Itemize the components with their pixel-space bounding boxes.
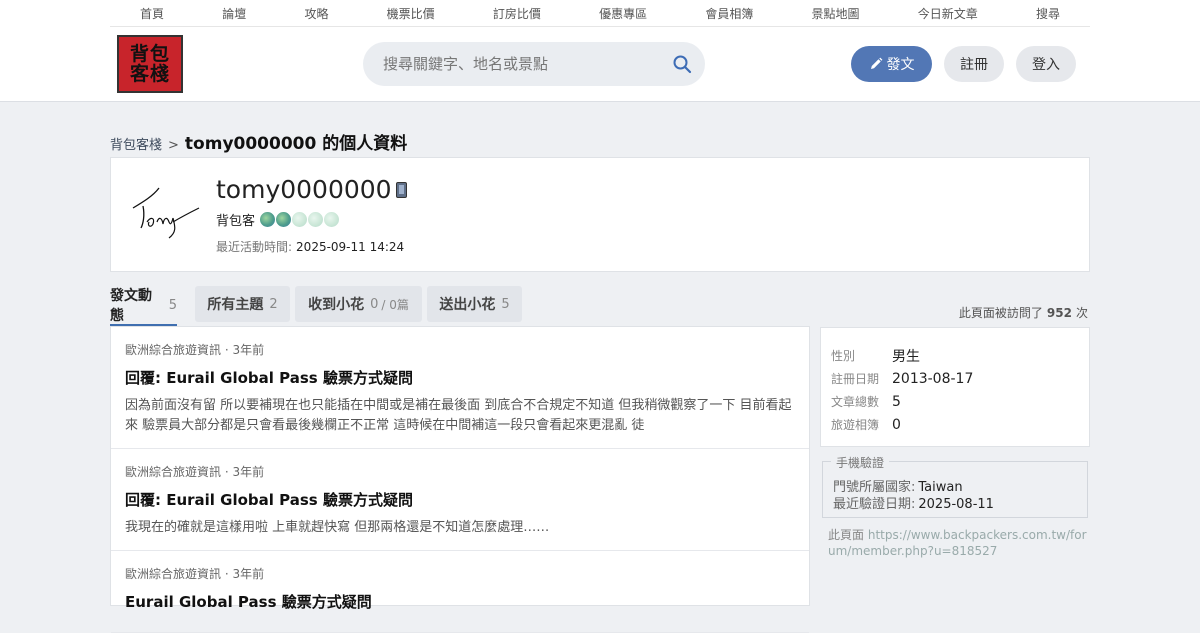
profile-username: tomy0000000 (216, 175, 392, 204)
visits-prefix: 此頁面被訪問了 (958, 306, 1043, 320)
post-excerpt: 因為前面沒有留 所以要補現在也只能插在中間或是補在最後面 到底合不合規定不知道 … (125, 398, 792, 433)
post-list: 歐洲綜合旅遊資訊 · 3年前 回覆: Eurail Global Pass 驗票… (110, 326, 810, 633)
nav-home[interactable]: 首頁 (140, 5, 164, 22)
list-item: 歐洲綜合旅遊資訊 · 3年前 Eurail Global Pass 驗票方式疑問 (111, 551, 809, 633)
tab-sent-flowers[interactable]: 送出小花 5 (427, 286, 522, 322)
tab-extra: / 0篇 (381, 297, 409, 312)
list-item: 歐洲綜合旅遊資訊 · 3年前 回覆: Eurail Global Pass 驗票… (111, 449, 809, 551)
breadcrumb: 背包客棧 > tomy0000000 的個人資料 (110, 129, 407, 154)
phone-date-value: 2025-08-11 (918, 497, 994, 512)
search-bar (363, 42, 705, 86)
info-row-albums: 旅遊相簿 0 (831, 413, 1079, 436)
profile-card: tomy0000000 背包客 最近活動時間: 2025-09-11 14:24 (110, 157, 1090, 272)
visits-count: 952 (1046, 306, 1072, 320)
logo-line2: 客棧 (129, 63, 170, 85)
globe-icon (260, 212, 276, 227)
post-title[interactable]: Eurail Global Pass 驗票方式疑問 (125, 591, 795, 612)
pencil-icon (870, 57, 882, 69)
tab-count: 5 (168, 297, 177, 313)
info-row-gender: 性別 男生 (831, 344, 1079, 367)
page-url-label: 此頁面 (828, 528, 865, 542)
last-activity: 最近活動時間: 2025-09-11 14:24 (216, 238, 404, 255)
tab-label: 所有主題 (207, 297, 264, 313)
breadcrumb-home[interactable]: 背包客棧 (110, 134, 162, 153)
post-button-label: 發文 (886, 57, 915, 73)
tab-label: 收到小花 (308, 297, 365, 313)
top-nav: 首頁 論壇 攻略 機票比價 訂房比價 優惠專區 會員相簿 景點地圖 今日新文章 … (110, 0, 1090, 27)
page-url-link[interactable]: https://www.backpackers.com.tw/forum/mem… (828, 528, 1087, 558)
globe-icon (324, 212, 340, 227)
site-header: 首頁 論壇 攻略 機票比價 訂房比價 優惠專區 會員相簿 景點地圖 今日新文章 … (0, 0, 1200, 102)
info-key: 旅遊相簿 (831, 418, 880, 432)
nav-new-posts[interactable]: 今日新文章 (918, 5, 978, 22)
nav-map[interactable]: 景點地圖 (812, 5, 860, 22)
search-icon[interactable] (672, 54, 692, 74)
nav-search[interactable]: 搜尋 (1036, 5, 1060, 22)
last-activity-label: 最近活動時間: (216, 240, 293, 254)
phone-date-label: 最近驗證日期: (833, 497, 916, 512)
logo-line1: 背包 (129, 43, 170, 65)
tab-label: 送出小花 (439, 297, 496, 313)
post-title[interactable]: 回覆: Eurail Global Pass 驗票方式疑問 (125, 489, 795, 510)
globe-icon (276, 212, 292, 227)
info-key: 性別 (831, 349, 856, 363)
tab-count: 5 (501, 296, 510, 312)
rank-globes (260, 212, 340, 227)
visit-counter: 此頁面被訪問了 952 次 (959, 304, 1088, 321)
nav-albums[interactable]: 會員相簿 (705, 5, 753, 22)
phone-verification-box: 手機驗證 門號所屬國家: Taiwan 最近驗證日期: 2025-08-11 (822, 454, 1088, 518)
post-meta[interactable]: 歐洲綜合旅遊資訊 · 3年前 (125, 341, 795, 358)
search-input[interactable] (383, 42, 663, 86)
post-button[interactable]: 發文 (851, 46, 932, 82)
register-button[interactable]: 註冊 (944, 46, 1004, 82)
breadcrumb-separator: > (168, 138, 179, 153)
info-row-join-date: 註冊日期 2013-08-17 (831, 367, 1079, 390)
login-button[interactable]: 登入 (1016, 46, 1076, 82)
globe-icon (308, 212, 324, 227)
post-title[interactable]: 回覆: Eurail Global Pass 驗票方式疑問 (125, 367, 795, 388)
page-url: 此頁面 https://www.backpackers.com.tw/forum… (828, 527, 1088, 559)
info-key: 文章總數 (831, 395, 880, 409)
list-item: 歐洲綜合旅遊資訊 · 3年前 回覆: Eurail Global Pass 驗票… (111, 327, 809, 449)
tab-threads[interactable]: 所有主題 2 (195, 286, 290, 322)
site-logo[interactable]: 背包 客棧 (117, 35, 183, 93)
tab-label: 發文動態 (110, 288, 152, 324)
tab-count: 0 (370, 296, 379, 312)
post-excerpt: 我現在的確就是這樣用啦 上車就趕快寫 但那兩格還是不知道怎麼處理…… (125, 520, 550, 535)
tab-count: 2 (269, 296, 278, 312)
phone-date-row: 最近驗證日期: 2025-08-11 (833, 493, 994, 512)
post-meta[interactable]: 歐洲綜合旅遊資訊 · 3年前 (125, 463, 795, 480)
nav-deals[interactable]: 優惠專區 (599, 5, 647, 22)
info-value: 5 (892, 393, 901, 410)
phone-verification-legend: 手機驗證 (831, 454, 890, 471)
post-meta[interactable]: 歐洲綜合旅遊資訊 · 3年前 (125, 565, 795, 582)
avatar[interactable] (129, 182, 201, 242)
info-value: 男生 (892, 348, 920, 365)
nav-forum[interactable]: 論壇 (222, 5, 246, 22)
info-key: 註冊日期 (831, 372, 880, 386)
user-rank: 背包客 (216, 210, 340, 229)
tab-received-flowers[interactable]: 收到小花 0/ 0篇 (295, 286, 422, 322)
member-info-panel: 性別 男生 註冊日期 2013-08-17 文章總數 5 旅遊相簿 0 (820, 327, 1090, 447)
last-activity-value: 2025-09-11 14:24 (296, 240, 405, 254)
info-row-post-count: 文章總數 5 (831, 390, 1079, 413)
info-value: 2013-08-17 (892, 370, 974, 387)
phone-verified-icon (396, 182, 407, 198)
visits-suffix: 次 (1075, 306, 1088, 320)
nav-hotels[interactable]: 訂房比價 (493, 5, 541, 22)
page-title: tomy0000000 的個人資料 (184, 134, 408, 154)
rank-label: 背包客 (216, 214, 256, 229)
nav-flights[interactable]: 機票比價 (387, 5, 435, 22)
nav-guides[interactable]: 攻略 (304, 5, 328, 22)
tab-posts[interactable]: 發文動態 5 (110, 286, 177, 326)
globe-icon (292, 212, 308, 227)
info-value: 0 (892, 416, 901, 433)
